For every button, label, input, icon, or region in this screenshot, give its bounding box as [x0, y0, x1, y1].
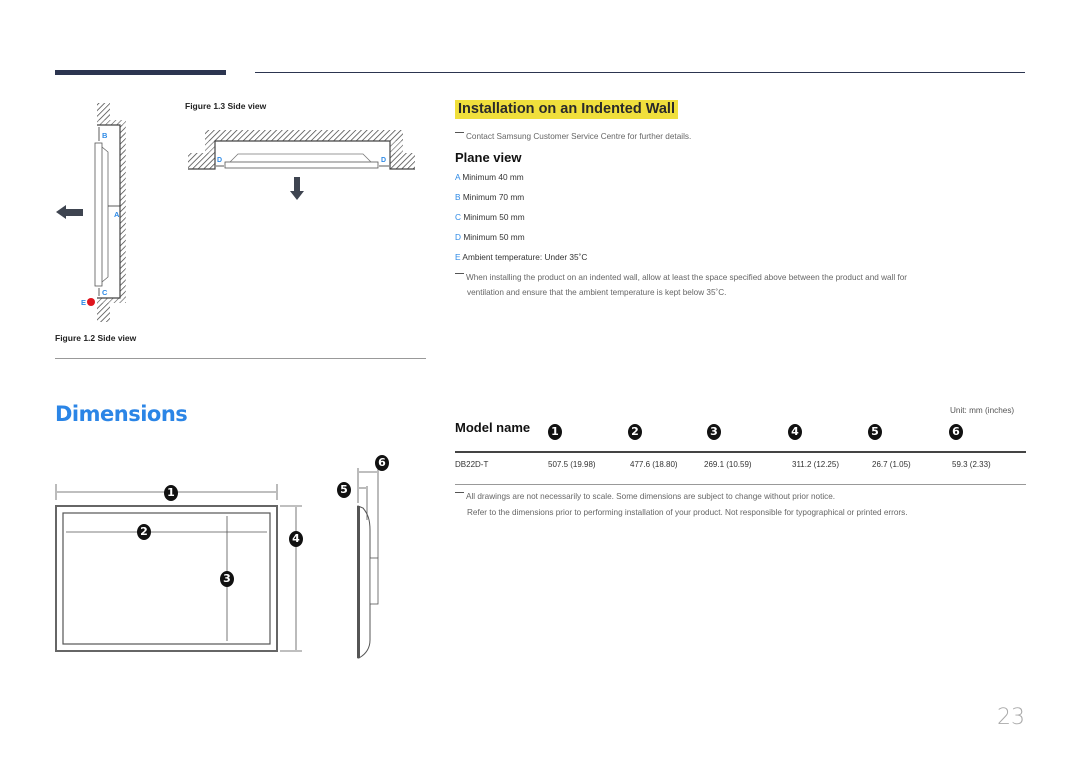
- label-a: A: [114, 210, 120, 219]
- column-marker-5: 5: [868, 424, 882, 440]
- diagram-marker-1: 1: [164, 485, 178, 501]
- warning-line-1: When installing the product on an indent…: [466, 273, 908, 282]
- note-dash: [455, 492, 464, 493]
- scale-note-line-2: Refer to the dimensions prior to perform…: [467, 508, 908, 517]
- panel-top: [224, 161, 379, 169]
- value-cell-2: 477.6 (18.80): [630, 460, 678, 469]
- diagram-marker-2: 2: [137, 524, 151, 540]
- spec-letter: C: [455, 212, 461, 222]
- column-marker-4: 4: [788, 424, 802, 440]
- unit-label: Unit: mm (inches): [950, 406, 1015, 415]
- dimensions-title: Dimensions: [55, 402, 188, 426]
- spec-letter: B: [455, 192, 461, 202]
- diagram-marker-5: 5: [337, 482, 351, 498]
- spec-letter: A: [455, 172, 461, 182]
- spec-text: Minimum 50 mm: [463, 232, 525, 242]
- header-bar-accent: [55, 70, 226, 75]
- ventilation-warning: When installing the product on an indent…: [455, 270, 907, 285]
- spec-item-a: A Minimum 40 mm: [455, 172, 524, 182]
- label-c: C: [102, 288, 108, 297]
- note-dash: [455, 273, 464, 274]
- figure-1-2-caption: Figure 1.2 Side view: [55, 333, 137, 343]
- warning-line-2: ventilation and ensure that the ambient …: [467, 288, 727, 297]
- value-cell-1: 507.5 (19.98): [548, 460, 596, 469]
- spec-text: Minimum 40 mm: [462, 172, 524, 182]
- scale-note: All drawings are not necessarily to scal…: [455, 489, 835, 504]
- diagram-marker-6: 6: [375, 455, 389, 471]
- diagram-marker-4: 4: [289, 531, 303, 547]
- header-rule: [255, 72, 1025, 73]
- contact-note-text: Contact Samsung Customer Service Centre …: [466, 132, 692, 141]
- plane-view-heading: Plane view: [455, 150, 522, 165]
- arrow-left-icon: [56, 205, 83, 219]
- diagram-marker-3: 3: [220, 571, 234, 587]
- spec-item-c: C Minimum 50 mm: [455, 212, 525, 222]
- spec-item-b: B Minimum 70 mm: [455, 192, 524, 202]
- model-cell: DB22D-T: [455, 460, 489, 469]
- section-divider: [55, 358, 426, 359]
- section-heading: Installation on an Indented Wall: [455, 100, 678, 119]
- spec-item-d: D Minimum 50 mm: [455, 232, 525, 242]
- spec-text: Minimum 70 mm: [462, 192, 525, 202]
- label-d-right: D: [381, 157, 386, 164]
- value-cell-5: 26.7 (1.05): [872, 460, 911, 469]
- value-cell-6: 59.3 (2.33): [952, 460, 991, 469]
- column-marker-3: 3: [707, 424, 721, 440]
- display-front-inner: [62, 512, 271, 645]
- label-b: B: [102, 131, 108, 140]
- page-number: 23: [997, 705, 1025, 730]
- value-cell-4: 311.2 (12.25): [792, 460, 839, 469]
- figure-1-2-diagram: B A C E: [56, 103, 126, 322]
- column-marker-6: 6: [949, 424, 963, 440]
- column-marker-1: 1: [548, 424, 562, 440]
- label-d-left: D: [217, 157, 222, 164]
- table-header-rule: [455, 451, 1026, 453]
- panel-side: [94, 142, 103, 287]
- spec-letter: D: [455, 232, 461, 242]
- label-e: E: [81, 298, 86, 307]
- spec-text: Minimum 50 mm: [463, 212, 525, 222]
- table-bottom-rule: [455, 484, 1026, 485]
- spec-item-e: E Ambient temperature: Under 35˚C: [455, 252, 587, 262]
- contact-note: Contact Samsung Customer Service Centre …: [455, 129, 691, 144]
- arrow-down-icon: [290, 177, 304, 200]
- model-name-header: Model name: [455, 420, 531, 435]
- note-dash: [455, 132, 464, 133]
- spec-text: Ambient temperature: Under 35˚C: [462, 252, 588, 262]
- scale-note-line-1: All drawings are not necessarily to scal…: [466, 492, 836, 501]
- figure-1-3-diagram: D D: [188, 130, 415, 200]
- temperature-sensor-marker: [87, 298, 95, 306]
- spec-letter: E: [455, 252, 461, 262]
- column-marker-2: 2: [628, 424, 642, 440]
- figure-1-3-caption: Figure 1.3 Side view: [185, 101, 267, 111]
- value-cell-3: 269.1 (10.59): [704, 460, 752, 469]
